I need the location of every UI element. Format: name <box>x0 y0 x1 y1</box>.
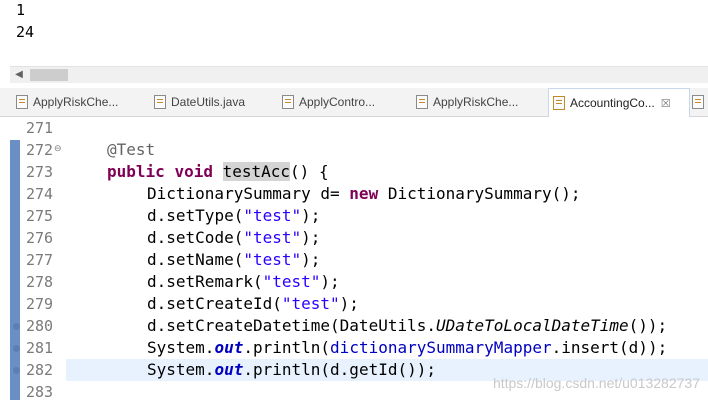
line-number: 274 <box>26 185 54 203</box>
line-number: 279 <box>26 295 54 313</box>
line-number: 278 <box>26 273 54 291</box>
string-literal: "test" <box>243 228 302 247</box>
code-text: .println( <box>243 338 331 357</box>
line-number-gutter: 271 272 ⊖ 273 274 275 276 277 278 279 28… <box>13 117 66 401</box>
code-text: DictionarySummary(); <box>378 184 581 203</box>
occurrence-marker-icon <box>13 345 20 352</box>
code-text: .setType( <box>156 206 244 225</box>
code-text: .setCreateDatetime(DateUtils. <box>156 316 436 335</box>
code-text: DictionarySummary d= <box>147 184 350 203</box>
editor-tab-bar: ApplyRiskChe... DateUtils.java ApplyCont… <box>0 88 708 117</box>
string-literal: "test" <box>262 272 321 291</box>
java-file-icon <box>16 94 28 109</box>
keyword: new <box>349 184 379 203</box>
static-method-call: UDateToLocalDateTime <box>436 316 629 335</box>
line-number: 276 <box>26 229 54 247</box>
java-file-icon <box>154 94 166 109</box>
code-text: ); <box>301 250 321 269</box>
code-text: d <box>147 294 157 313</box>
keyword: public <box>107 162 165 181</box>
watermark: https://blog.csdn.net/u013282737 <box>492 375 700 391</box>
line-number: 277 <box>26 251 54 269</box>
code-line[interactable]: d.setRemark("test"); <box>66 271 708 293</box>
code-text: .setCode( <box>156 228 244 247</box>
tab-overflow[interactable] <box>692 88 708 116</box>
line-number: 280 <box>26 317 54 335</box>
java-file-icon <box>282 94 294 109</box>
code-text: d <box>147 316 157 335</box>
console-line: 24 <box>16 23 35 41</box>
code-text: () { <box>290 162 329 181</box>
line-number: 281 <box>26 339 54 357</box>
code-text: d <box>147 250 157 269</box>
tab-date-utils[interactable]: DateUtils.java <box>154 88 272 116</box>
static-field: out <box>214 338 244 357</box>
method-name-highlight: testAcc <box>222 162 291 181</box>
annotation: @Test <box>107 140 156 159</box>
line-number: 282 <box>26 361 54 379</box>
string-literal: "test" <box>281 294 340 313</box>
code-text: ()); <box>628 316 668 335</box>
code-text: .println(d.getId()); <box>243 360 436 379</box>
tab-accounting-controller[interactable]: AccountingCo... ☒ <box>548 88 690 117</box>
string-literal: "test" <box>243 250 302 269</box>
scrollbar-thumb[interactable] <box>30 69 68 81</box>
occurrence-marker-icon <box>13 323 20 330</box>
code-line[interactable]: d.setCreateId("test"); <box>66 293 708 315</box>
change-ruler <box>10 117 22 400</box>
code-line[interactable]: d.setType("test"); <box>66 205 708 227</box>
code-line[interactable]: d.setName("test"); <box>66 249 708 271</box>
tab-apply-risk-check-1[interactable]: ApplyRiskChe... <box>16 88 142 116</box>
code-text: .insert(d)); <box>551 338 668 357</box>
java-file-icon <box>553 95 565 110</box>
code-text: .setCreateId( <box>156 294 282 313</box>
tab-label: DateUtils.java <box>171 95 246 109</box>
tab-label: AccountingCo... <box>570 96 655 110</box>
code-text: ); <box>301 228 321 247</box>
line-number: 271 <box>26 119 54 137</box>
code-text: d <box>147 228 157 247</box>
line-number: 272 <box>26 141 54 159</box>
code-line[interactable]: d.setCreateDatetime(DateUtils.UDateToLoc… <box>66 315 708 337</box>
code-text: System. <box>147 338 215 357</box>
code-line[interactable]: DictionarySummary d= new DictionarySumma… <box>66 183 708 205</box>
code-text: .setName( <box>156 250 244 269</box>
console-output: 1 24 <box>0 0 708 66</box>
java-file-icon <box>416 94 428 109</box>
horizontal-scrollbar[interactable]: ◀ <box>10 66 708 83</box>
code-line[interactable]: System.out.println(dictionarySummaryMapp… <box>66 337 708 359</box>
close-icon[interactable]: ☒ <box>661 90 671 117</box>
code-area[interactable]: @Test public void testAcc() { Dictionary… <box>66 117 708 400</box>
console-line: 1 <box>16 1 26 19</box>
tab-label: ApplyContro... <box>299 95 376 109</box>
changed-lines-bar <box>10 140 20 400</box>
tab-label: ApplyRiskChe... <box>433 95 519 109</box>
tab-apply-risk-check-2[interactable]: ApplyRiskChe... <box>416 88 540 116</box>
code-editor[interactable]: 271 272 ⊖ 273 274 275 276 277 278 279 28… <box>0 117 708 401</box>
fold-collapse-icon[interactable]: ⊖ <box>54 144 62 154</box>
keyword: void <box>174 162 213 181</box>
line-number: 273 <box>26 163 54 181</box>
code-text: .setRemark( <box>156 272 263 291</box>
code-text: d <box>147 272 157 291</box>
code-text: System. <box>147 360 215 379</box>
code-line[interactable]: d.setCode("test"); <box>66 227 708 249</box>
occurrence-marker-icon <box>13 367 20 374</box>
code-text: ); <box>339 294 359 313</box>
code-line[interactable]: @Test <box>66 139 708 161</box>
tab-apply-controller[interactable]: ApplyContro... <box>282 88 404 116</box>
code-text: ); <box>301 206 321 225</box>
string-literal: "test" <box>243 206 302 225</box>
code-line[interactable]: public void testAcc() { <box>66 161 708 183</box>
java-file-icon <box>692 94 704 109</box>
static-field: out <box>214 360 244 379</box>
line-number: 275 <box>26 207 54 225</box>
code-text: d <box>147 206 157 225</box>
code-text: ); <box>320 272 340 291</box>
tab-label: ApplyRiskChe... <box>33 95 119 109</box>
scroll-left-arrow-icon[interactable]: ◀ <box>10 67 28 83</box>
instance-field: dictionarySummaryMapper <box>330 338 552 357</box>
